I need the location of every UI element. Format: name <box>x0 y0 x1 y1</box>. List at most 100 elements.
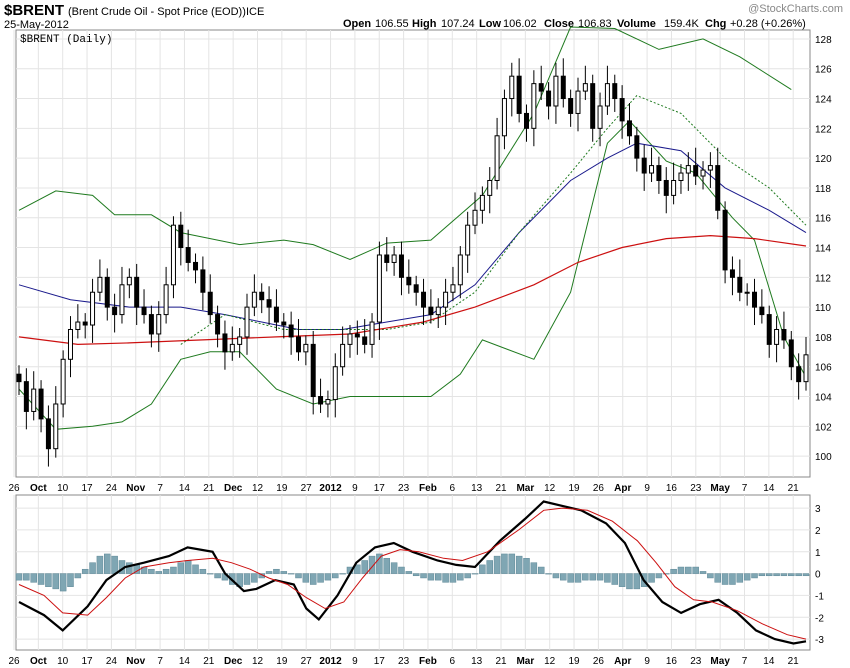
histogram-bar <box>589 573 596 581</box>
x-tick-label: Feb <box>419 483 437 494</box>
candle-body <box>170 224 176 286</box>
volume-label: Volume <box>617 18 656 30</box>
x-tick-label: 2012 <box>319 483 342 494</box>
histogram-bar <box>574 573 582 583</box>
histogram-bar <box>780 573 788 577</box>
candle-body <box>421 291 427 308</box>
candle-body <box>398 254 404 278</box>
high-label: High <box>412 18 437 30</box>
histogram-bar <box>398 566 405 574</box>
histogram-bar <box>59 573 67 592</box>
price-tick-label: 122 <box>815 124 832 135</box>
low-value: 106.02 <box>503 18 537 30</box>
macd-tick-label: 0 <box>815 570 821 581</box>
candle-body <box>23 381 29 412</box>
histogram-bar <box>471 573 479 575</box>
price-tick-label: 118 <box>815 184 831 195</box>
histogram-bar <box>501 553 508 574</box>
candle-body <box>215 314 221 335</box>
x-tick-label: 24 <box>106 483 118 494</box>
candle-body <box>141 306 147 316</box>
histogram-bar <box>530 562 538 574</box>
candle-body <box>156 314 162 335</box>
price-tick-label: 114 <box>815 244 831 255</box>
histogram-bar <box>449 573 457 583</box>
x-tick-label: 9 <box>352 656 358 667</box>
x-tick-label: 12 <box>544 656 556 667</box>
histogram-bar <box>177 562 185 574</box>
x-tick-label: 17 <box>81 483 93 494</box>
candle-body <box>185 247 191 263</box>
x-tick-label: 17 <box>81 656 93 667</box>
histogram-bar <box>552 573 560 579</box>
candle-body <box>295 336 301 353</box>
candle-body <box>781 328 787 341</box>
candle-body <box>318 396 324 405</box>
candle-body <box>90 291 96 326</box>
histogram-bar <box>324 573 332 581</box>
histogram-bar <box>655 573 663 579</box>
x-tick-label: Oct <box>30 483 47 494</box>
x-tick-label: 10 <box>57 656 69 667</box>
histogram-bar <box>243 573 251 585</box>
candle-body <box>641 157 647 174</box>
open-value: 106.55 <box>375 18 409 30</box>
histogram-bar <box>339 573 346 575</box>
x-tick-label: 14 <box>179 483 191 494</box>
histogram-bar <box>15 573 23 581</box>
candle-body <box>722 209 728 271</box>
watermark: @StockCharts.com <box>748 3 843 15</box>
histogram-bar <box>692 566 699 574</box>
candle-body <box>413 284 419 293</box>
histogram-bar <box>434 573 442 581</box>
histogram-bar <box>67 573 74 587</box>
candle-body <box>671 179 677 196</box>
candle-body <box>303 343 309 353</box>
candle-body <box>759 306 765 316</box>
x-tick-label: Mar <box>516 483 534 494</box>
candle-body <box>67 328 73 360</box>
histogram-bar <box>214 573 221 579</box>
x-tick-label: 27 <box>301 656 313 667</box>
exchange-label: ICE <box>246 6 264 18</box>
candle-body <box>553 75 559 107</box>
symbol-description: (Brent Crude Oil - Spot Price (EOD)) <box>68 6 246 18</box>
candle-body <box>663 179 669 196</box>
candle-body <box>597 105 603 129</box>
histogram-bar <box>795 573 802 577</box>
candle-body <box>524 112 530 129</box>
histogram-bar <box>111 555 118 574</box>
candle-body <box>53 403 59 450</box>
histogram-bar <box>184 560 192 574</box>
candle-body <box>310 343 316 398</box>
histogram-bar <box>486 560 493 574</box>
price-tick-label: 120 <box>815 154 832 165</box>
candle-body <box>737 276 743 293</box>
x-tick-label: 12 <box>252 483 264 494</box>
candle-body <box>251 291 257 308</box>
x-tick-label: Dec <box>224 483 243 494</box>
histogram-bar <box>280 571 288 574</box>
x-tick-label: Nov <box>126 656 145 667</box>
x-tick-label: 26 <box>593 656 605 667</box>
candle-body <box>509 75 515 100</box>
histogram-bar <box>736 573 744 583</box>
histogram-bar <box>96 555 104 574</box>
candle-body <box>575 90 581 114</box>
histogram-bar <box>743 573 751 581</box>
candle-body <box>60 358 66 405</box>
x-tick-label: 21 <box>203 483 215 494</box>
candle-body <box>222 333 228 353</box>
x-tick-label: 26 <box>593 483 605 494</box>
histogram-bar <box>309 573 317 585</box>
price-tick-label: 124 <box>815 95 832 106</box>
price-tick-label: 126 <box>815 65 832 76</box>
histogram-bar <box>30 573 37 583</box>
x-tick-label: 14 <box>763 483 775 494</box>
candle-body <box>332 366 338 401</box>
histogram-bar <box>23 573 30 581</box>
histogram-bar <box>302 573 310 583</box>
candle-body <box>237 336 243 345</box>
histogram-bar <box>361 560 368 574</box>
histogram-bar <box>405 571 413 574</box>
